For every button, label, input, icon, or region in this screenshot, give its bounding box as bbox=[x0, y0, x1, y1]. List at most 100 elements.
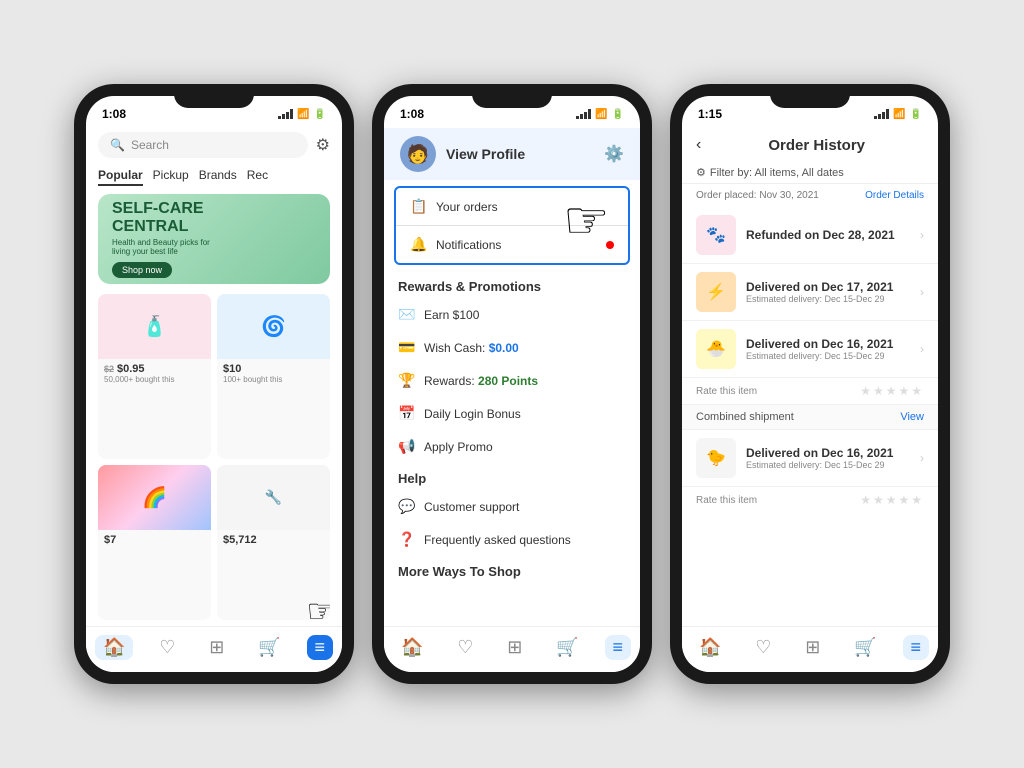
bottom-nav-2: 🏠 ♡ ⊞ 🛒 ≡ bbox=[384, 626, 640, 672]
your-orders-item[interactable]: 📋 Your orders bbox=[396, 188, 628, 225]
settings-icon[interactable]: ⚙️ bbox=[604, 144, 624, 164]
help-section-title: Help bbox=[384, 463, 640, 490]
product-img-1: 🌀 bbox=[217, 294, 330, 359]
banner-subtitle: Health and Beauty picks forliving your b… bbox=[112, 238, 316, 256]
product-sales-1: 100+ bought this bbox=[223, 375, 324, 384]
product-info-1: $10 100+ bought this bbox=[217, 359, 330, 388]
nav-menu-2[interactable]: ≡ bbox=[605, 635, 632, 660]
screen-1: 1:08 📶 🔋 🔍 Search ⚙ bbox=[86, 96, 342, 672]
product-price-2: $7 bbox=[104, 534, 205, 546]
back-button[interactable]: ‹ bbox=[696, 136, 701, 154]
filter-icon-order: ⚙ bbox=[696, 166, 706, 179]
your-orders-section: 📋 Your orders 🔔 Notifications bbox=[394, 186, 630, 265]
nav-home-2[interactable]: 🏠 bbox=[393, 635, 431, 660]
nav-wishlist-2[interactable]: ♡ bbox=[449, 635, 481, 660]
order-item-dec17[interactable]: ⚡ Delivered on Dec 17, 2021 Estimated de… bbox=[682, 264, 938, 321]
nav-grid-3[interactable]: ⊞ bbox=[797, 635, 828, 660]
search-bar: 🔍 Search ⚙ bbox=[98, 132, 330, 158]
notifications-label: Notifications bbox=[436, 238, 501, 252]
order-info-dec17: Delivered on Dec 17, 2021 Estimated deli… bbox=[746, 280, 910, 304]
product-price-0: $2$0.95 bbox=[104, 363, 205, 375]
wish-cash-item[interactable]: 💳 Wish Cash: $0.00 bbox=[384, 331, 640, 364]
nav-grid-1[interactable]: ⊞ bbox=[201, 635, 232, 660]
search-icon: 🔍 bbox=[110, 138, 125, 152]
nav-cart-3[interactable]: 🛒 bbox=[846, 635, 884, 660]
order-info-dec16-1: Delivered on Dec 16, 2021 Estimated deli… bbox=[746, 337, 910, 361]
apply-promo-label: Apply Promo bbox=[424, 440, 493, 454]
screen-3: 1:15 📶 🔋 ‹ Order History ⚙ Filter by: Al… bbox=[682, 96, 938, 672]
product-card-0[interactable]: 🧴 $2$0.95 50,000+ bought this bbox=[98, 294, 211, 459]
filter-label: Filter by: All items, All dates bbox=[710, 167, 844, 179]
order-est-dec17: Estimated delivery: Dec 15-Dec 29 bbox=[746, 294, 910, 304]
stars-1[interactable]: ★★★★★ bbox=[860, 384, 924, 398]
phone-3: 1:15 📶 🔋 ‹ Order History ⚙ Filter by: Al… bbox=[670, 84, 950, 684]
rewards-section-title: Rewards & Promotions bbox=[384, 271, 640, 298]
phone-1: 1:08 📶 🔋 🔍 Search ⚙ bbox=[74, 84, 354, 684]
customer-support-item[interactable]: 💬 Customer support bbox=[384, 490, 640, 523]
product-card-3[interactable]: 🔧 $5,712 ☞ bbox=[217, 465, 330, 621]
notifications-item[interactable]: 🔔 Notifications bbox=[396, 226, 628, 263]
rate-section-1: Rate this item ★★★★★ bbox=[682, 378, 938, 404]
nav-home-3[interactable]: 🏠 bbox=[691, 635, 729, 660]
earn-100-item[interactable]: ✉️ Earn $100 bbox=[384, 298, 640, 331]
daily-login-item[interactable]: 📅 Daily Login Bonus bbox=[384, 397, 640, 430]
filter-icon[interactable]: ⚙ bbox=[316, 135, 330, 155]
earn-label: Earn $100 bbox=[424, 308, 479, 322]
time-1: 1:08 bbox=[102, 107, 126, 121]
nav-menu-1[interactable]: ≡ bbox=[307, 635, 334, 660]
faq-item[interactable]: ❓ Frequently asked questions bbox=[384, 523, 640, 556]
product-img-3: 🔧 bbox=[217, 465, 330, 530]
status-icons-3: 📶 🔋 bbox=[874, 109, 922, 120]
phone1-content: 🔍 Search ⚙ Popular Pickup Brands Rec SEL… bbox=[86, 128, 342, 626]
product-info-0: $2$0.95 50,000+ bought this bbox=[98, 359, 211, 388]
tab-popular[interactable]: Popular bbox=[98, 166, 143, 186]
product-card-1[interactable]: 🌀 $10 100+ bought this bbox=[217, 294, 330, 459]
faq-label: Frequently asked questions bbox=[424, 533, 571, 547]
shop-now-button[interactable]: Shop now bbox=[112, 262, 172, 278]
product-sales-0: 50,000+ bought this bbox=[104, 375, 205, 384]
order-item-dec16-2[interactable]: 🐤 Delivered on Dec 16, 2021 Estimated de… bbox=[682, 430, 938, 487]
nav-menu-3[interactable]: ≡ bbox=[903, 635, 930, 660]
earn-icon: ✉️ bbox=[398, 306, 414, 323]
order-status-dec17: Delivered on Dec 17, 2021 bbox=[746, 280, 910, 294]
stars-2[interactable]: ★★★★★ bbox=[860, 493, 924, 507]
daily-login-label: Daily Login Bonus bbox=[424, 407, 521, 421]
more-ways-title: More Ways To Shop bbox=[384, 556, 640, 583]
order-header: ‹ Order History bbox=[682, 128, 938, 162]
promo-banner: SELF-CARECENTRAL Health and Beauty picks… bbox=[98, 194, 330, 284]
nav-grid-2[interactable]: ⊞ bbox=[499, 635, 530, 660]
nav-home-1[interactable]: 🏠 bbox=[95, 635, 133, 660]
rewards-label: Rewards: 280 Points bbox=[424, 374, 538, 388]
order-thumb-dec17: ⚡ bbox=[696, 272, 736, 312]
order-thumb-dec16-2: 🐤 bbox=[696, 438, 736, 478]
nav-wishlist-1[interactable]: ♡ bbox=[151, 635, 183, 660]
order-status-dec16-1: Delivered on Dec 16, 2021 bbox=[746, 337, 910, 351]
nav-cart-2[interactable]: 🛒 bbox=[548, 635, 586, 660]
tab-rec[interactable]: Rec bbox=[247, 166, 268, 186]
tab-pickup[interactable]: Pickup bbox=[153, 166, 189, 186]
apply-promo-item[interactable]: 📢 Apply Promo bbox=[384, 430, 640, 463]
order-details-link[interactable]: Order Details bbox=[865, 190, 924, 201]
tab-brands[interactable]: Brands bbox=[199, 166, 237, 186]
rewards-item[interactable]: 🏆 Rewards: 280 Points bbox=[384, 364, 640, 397]
bottom-nav-1: 🏠 ♡ ⊞ 🛒 ≡ bbox=[86, 626, 342, 672]
order-thumb-refunded: 🐾 bbox=[696, 215, 736, 255]
nav-wishlist-3[interactable]: ♡ bbox=[747, 635, 779, 660]
promo-icon: 📢 bbox=[398, 438, 414, 455]
product-card-2[interactable]: 🌈 $7 bbox=[98, 465, 211, 621]
nav-cart-1[interactable]: 🛒 bbox=[250, 635, 288, 660]
order-status-dec16-2: Delivered on Dec 16, 2021 bbox=[746, 446, 910, 460]
filter-bar[interactable]: ⚙ Filter by: All items, All dates bbox=[682, 162, 938, 184]
view-link[interactable]: View bbox=[900, 411, 924, 423]
order-item-refunded[interactable]: 🐾 Refunded on Dec 28, 2021 › bbox=[682, 207, 938, 264]
order-thumb-dec16-1: 🐣 bbox=[696, 329, 736, 369]
cash-icon: 💳 bbox=[398, 339, 414, 356]
wish-cash-label: Wish Cash: $0.00 bbox=[424, 341, 519, 355]
profile-info: 🧑 View Profile bbox=[400, 136, 525, 172]
search-input-box[interactable]: 🔍 Search bbox=[98, 132, 308, 158]
order-item-dec16-1[interactable]: 🐣 Delivered on Dec 16, 2021 Estimated de… bbox=[682, 321, 938, 378]
rate-section-2: Rate this item ★★★★★ bbox=[682, 487, 938, 513]
product-img-0: 🧴 bbox=[98, 294, 211, 359]
profile-name[interactable]: View Profile bbox=[446, 146, 525, 162]
status-icons-2: 📶 🔋 bbox=[576, 109, 624, 120]
